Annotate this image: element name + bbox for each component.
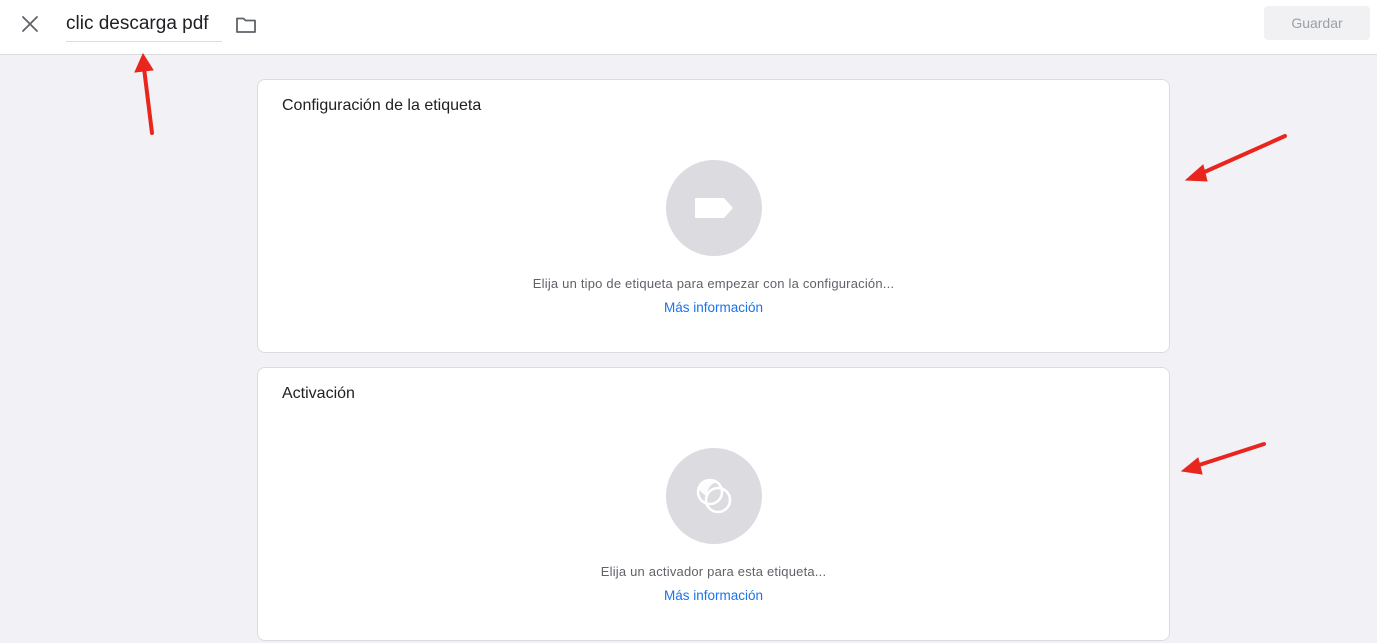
tag-configuration-description: Elija un tipo de etiqueta para empezar c…	[532, 276, 895, 291]
folder-icon	[236, 17, 256, 33]
folder-button[interactable]	[233, 12, 259, 38]
tag-icon	[695, 198, 733, 218]
tag-configuration-card: Configuración de la etiqueta Elija un ti…	[257, 79, 1170, 353]
trigger-icon	[696, 478, 732, 514]
tag-name-input[interactable]: clic descarga pdf	[66, 8, 222, 42]
tag-configuration-learn-more-link[interactable]: Más información	[258, 300, 1169, 315]
trigger-selector[interactable]	[666, 448, 762, 544]
annotation-arrowhead-tag-config	[1184, 164, 1208, 182]
annotation-arrowhead-title	[134, 52, 154, 73]
tag-configuration-title: Configuración de la etiqueta	[282, 97, 482, 114]
editor-header: clic descarga pdf Guardar	[0, 0, 1377, 55]
triggering-description: Elija un activador para esta etiqueta...	[600, 564, 827, 579]
save-button[interactable]: Guardar	[1264, 6, 1370, 40]
annotation-arrow-tag-config	[1198, 134, 1287, 176]
tag-editor-page: clic descarga pdf Guardar Configuración …	[0, 0, 1377, 643]
triggering-card: Activación Elija un activador para esta …	[257, 367, 1170, 641]
annotation-arrow-title	[142, 66, 154, 135]
close-button[interactable]	[16, 10, 44, 38]
triggering-learn-more-link[interactable]: Más información	[258, 588, 1169, 603]
annotation-arrowhead-triggering	[1180, 457, 1203, 475]
close-icon	[22, 16, 38, 32]
tag-type-selector[interactable]	[666, 160, 762, 256]
annotation-arrow-triggering	[1194, 442, 1266, 468]
triggering-title: Activación	[282, 385, 355, 402]
